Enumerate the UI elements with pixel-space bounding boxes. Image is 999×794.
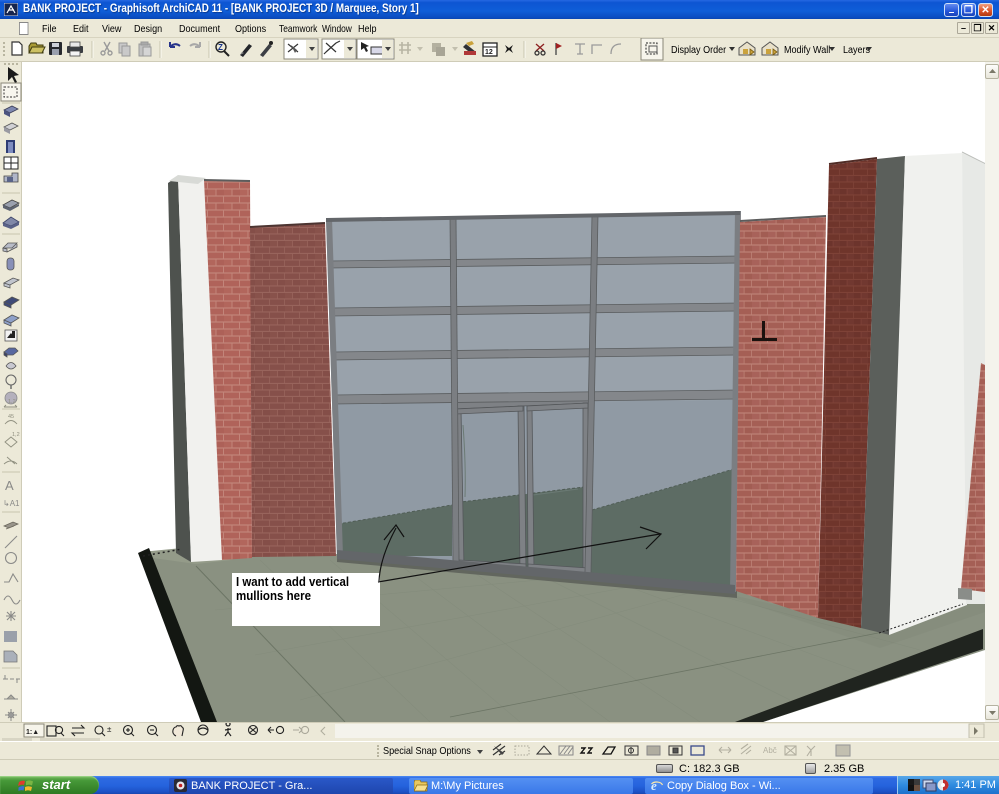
svg-text:I want to add vertical: I want to add vertical [236, 574, 349, 589]
svg-text:mullions here: mullions here [236, 588, 311, 603]
svg-text:1,2: 1,2 [8, 399, 16, 405]
svg-text:Modify Wall: Modify Wall [784, 44, 830, 56]
svg-text:Z: Z [218, 43, 223, 52]
svg-text:Layers: Layers [843, 44, 870, 56]
svg-text:Abč: Abč [763, 746, 777, 755]
svg-text:↳A1: ↳A1 [3, 499, 20, 508]
svg-text:1:▲: 1:▲ [26, 729, 39, 736]
svg-text:Display Order: Display Order [671, 44, 727, 56]
svg-text:e: e [651, 779, 657, 792]
svg-text:1,2: 1,2 [12, 432, 20, 438]
svg-text:45: 45 [8, 414, 14, 420]
svg-text:±: ± [107, 725, 112, 734]
svg-text:12: 12 [485, 49, 493, 56]
svg-text:A: A [5, 478, 14, 493]
